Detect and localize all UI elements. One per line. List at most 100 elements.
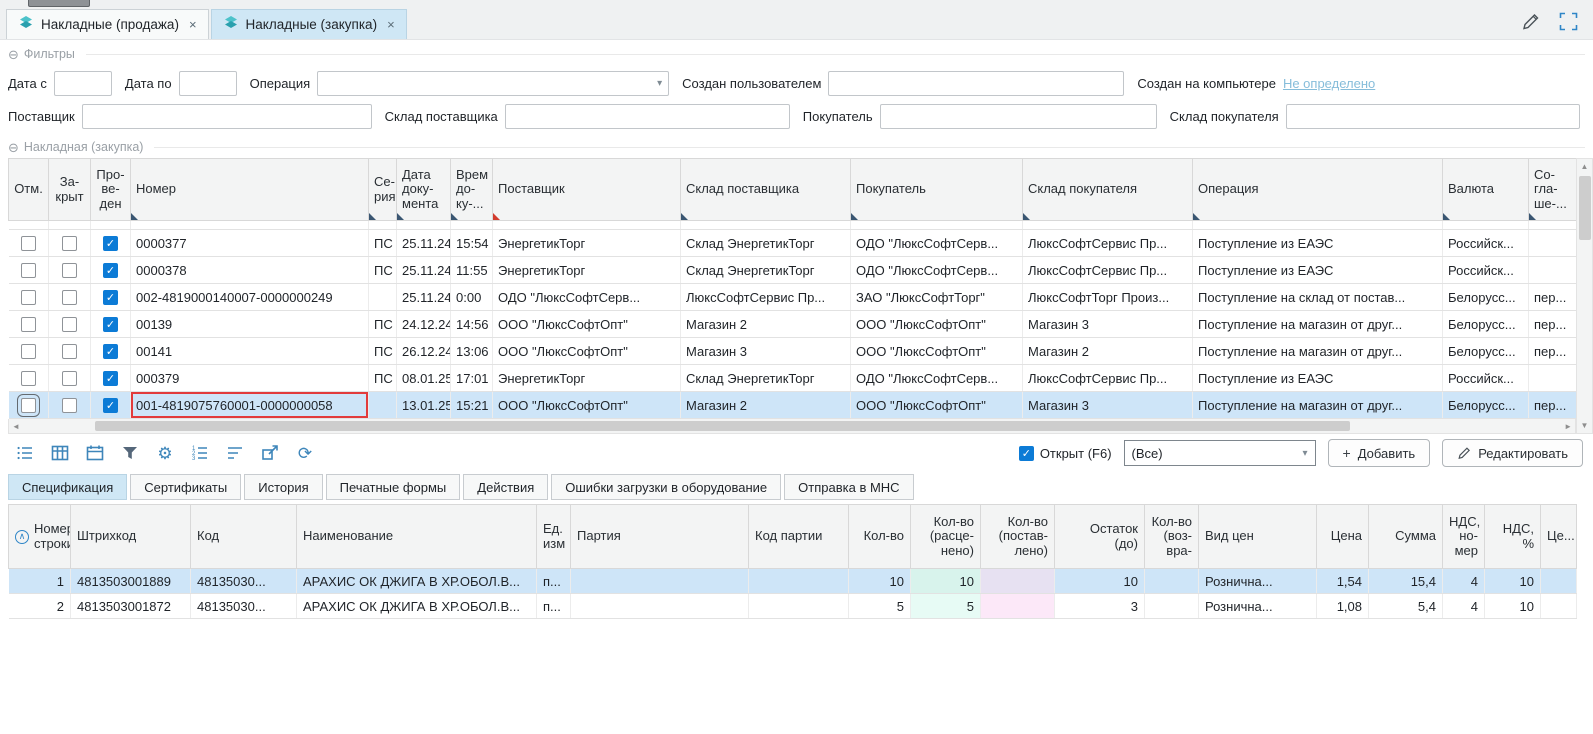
- scroll-down-icon[interactable]: ▼: [1581, 418, 1589, 433]
- detail-tab-ошибки[interactable]: Ошибки загрузки в оборудование: [551, 474, 781, 500]
- invoice-row[interactable]: 0000377ПС25.11.2415:54ЭнергетикТоргСклад…: [9, 230, 1577, 257]
- posted-checkbox[interactable]: [103, 344, 118, 359]
- detail-tab-история[interactable]: История: [244, 474, 322, 500]
- column-header[interactable]: Вид цен: [1199, 505, 1317, 569]
- scrollbar-thumb[interactable]: [95, 421, 1350, 431]
- posted-checkbox[interactable]: [103, 317, 118, 332]
- marked-checkbox[interactable]: [21, 398, 36, 413]
- column-header[interactable]: Ед. изм: [537, 505, 571, 569]
- tab-invoices-purchase[interactable]: Накладные (закупка) ×: [211, 9, 407, 39]
- column-header[interactable]: НДС, но- мер: [1443, 505, 1485, 569]
- fullscreen-icon[interactable]: [1555, 9, 1581, 33]
- buyer-warehouse-input[interactable]: [1286, 104, 1580, 129]
- posted-checkbox[interactable]: [103, 290, 118, 305]
- column-header[interactable]: Со- гла- ше-...: [1529, 159, 1577, 221]
- column-header[interactable]: Номер: [131, 159, 369, 221]
- closed-checkbox[interactable]: [62, 371, 77, 386]
- vertical-scrollbar[interactable]: ▲ ▼: [1576, 158, 1593, 434]
- open-f6-checkbox[interactable]: Открыт (F6): [1019, 446, 1112, 461]
- scrollbar-thumb[interactable]: [1579, 176, 1591, 240]
- column-header[interactable]: Операция: [1193, 159, 1443, 221]
- view-table-icon[interactable]: [45, 440, 75, 467]
- horizontal-scrollbar[interactable]: ◄ ►: [8, 419, 1576, 434]
- column-header[interactable]: Склад покупателя: [1023, 159, 1193, 221]
- marked-checkbox[interactable]: [21, 290, 36, 305]
- detail-tab-отправка[interactable]: Отправка в МНС: [784, 474, 913, 500]
- scroll-right-icon[interactable]: ►: [1561, 419, 1575, 434]
- buyer-input[interactable]: [880, 104, 1157, 129]
- closed-checkbox[interactable]: [62, 290, 77, 305]
- invoice-row[interactable]: 00141ПС26.12.2413:06ООО "ЛюксСофтОпт"Маг…: [9, 338, 1577, 365]
- invoice-row[interactable]: 000379ПС08.01.2517:01ЭнергетикТоргСклад …: [9, 365, 1577, 392]
- close-icon[interactable]: ×: [189, 17, 197, 32]
- column-header[interactable]: За- крыт: [49, 159, 91, 221]
- closed-checkbox[interactable]: [62, 263, 77, 278]
- marked-checkbox[interactable]: [21, 317, 36, 332]
- detail-tab-спецификация[interactable]: Спецификация: [8, 474, 127, 500]
- column-header[interactable]: Кол-во (воз- вра-: [1145, 505, 1199, 569]
- edit-pencil-icon[interactable]: [1517, 9, 1543, 33]
- column-header[interactable]: Партия: [571, 505, 749, 569]
- created-on-link[interactable]: Не определено: [1283, 76, 1375, 91]
- tab-invoices-sale[interactable]: Накладные (продажа) ×: [6, 9, 209, 39]
- marked-checkbox[interactable]: [21, 263, 36, 278]
- filter-all-select[interactable]: (Все) ▾: [1124, 440, 1316, 466]
- operation-select[interactable]: ▾: [317, 71, 669, 96]
- settings-gear-icon[interactable]: ⚙: [150, 440, 180, 467]
- column-header[interactable]: Дата доку- мента: [397, 159, 451, 221]
- specification-row[interactable]: 1481350300188948135030...АРАХИС ОК ДЖИГА…: [9, 569, 1577, 594]
- scroll-left-icon[interactable]: ◄: [9, 419, 23, 434]
- column-header[interactable]: Покупатель: [851, 159, 1023, 221]
- column-header[interactable]: Остаток (до): [1055, 505, 1145, 569]
- column-header[interactable]: Код: [191, 505, 297, 569]
- column-header[interactable]: Валюта: [1443, 159, 1529, 221]
- open-external-icon[interactable]: [255, 440, 285, 467]
- posted-checkbox[interactable]: [103, 263, 118, 278]
- column-header[interactable]: Сумма: [1369, 505, 1443, 569]
- numbered-list-icon[interactable]: 123: [185, 440, 215, 467]
- posted-checkbox[interactable]: [103, 371, 118, 386]
- column-header[interactable]: Наименование: [297, 505, 537, 569]
- date-from-input[interactable]: [54, 71, 112, 96]
- column-header[interactable]: Цена: [1317, 505, 1369, 569]
- view-list-icon[interactable]: [10, 440, 40, 467]
- marked-checkbox[interactable]: [21, 236, 36, 251]
- column-header[interactable]: Врем до- ку-...: [451, 159, 493, 221]
- invoice-row[interactable]: 002-4819000140007-000000024925.11.240:00…: [9, 284, 1577, 311]
- column-header[interactable]: Код партии: [749, 505, 849, 569]
- filter-funnel-icon[interactable]: [115, 440, 145, 467]
- marked-checkbox[interactable]: [21, 371, 36, 386]
- collapse-icon[interactable]: ⊖: [8, 141, 19, 154]
- column-header[interactable]: Отм.: [9, 159, 49, 221]
- detail-tab-печатные[interactable]: Печатные формы: [326, 474, 461, 500]
- checkbox[interactable]: [1019, 446, 1034, 461]
- edit-button[interactable]: Редактировать: [1442, 439, 1583, 467]
- sort-filter-icon[interactable]: [220, 440, 250, 467]
- column-header[interactable]: Поставщик: [493, 159, 681, 221]
- column-header[interactable]: Се- рия: [369, 159, 397, 221]
- scroll-up-icon[interactable]: ▲: [1581, 159, 1589, 174]
- column-header[interactable]: Це...: [1541, 505, 1577, 569]
- add-button[interactable]: + Добавить: [1328, 439, 1431, 467]
- marked-checkbox[interactable]: [21, 344, 36, 359]
- date-to-input[interactable]: [179, 71, 237, 96]
- closed-checkbox[interactable]: [62, 398, 77, 413]
- posted-checkbox[interactable]: [103, 236, 118, 251]
- column-header[interactable]: ∧Номер строки: [9, 505, 71, 569]
- closed-checkbox[interactable]: [62, 236, 77, 251]
- created-by-input[interactable]: [828, 71, 1124, 96]
- collapse-icon[interactable]: ⊖: [8, 48, 19, 61]
- column-header[interactable]: Штрихкод: [71, 505, 191, 569]
- specification-row[interactable]: 2481350300187248135030...АРАХИС ОК ДЖИГА…: [9, 594, 1577, 619]
- column-header[interactable]: НДС, %: [1485, 505, 1541, 569]
- supplier-input[interactable]: [82, 104, 372, 129]
- invoice-row[interactable]: 001-4819075760001-000000005813.01.2515:2…: [9, 392, 1577, 419]
- supplier-warehouse-input[interactable]: [505, 104, 790, 129]
- detail-tab-действия[interactable]: Действия: [463, 474, 548, 500]
- invoice-row[interactable]: 0000378ПС25.11.2411:55ЭнергетикТоргСклад…: [9, 257, 1577, 284]
- column-header[interactable]: Про- ве- ден: [91, 159, 131, 221]
- close-icon[interactable]: ×: [387, 17, 395, 32]
- closed-checkbox[interactable]: [62, 344, 77, 359]
- view-calendar-icon[interactable]: [80, 440, 110, 467]
- detail-tab-сертификаты[interactable]: Сертификаты: [130, 474, 241, 500]
